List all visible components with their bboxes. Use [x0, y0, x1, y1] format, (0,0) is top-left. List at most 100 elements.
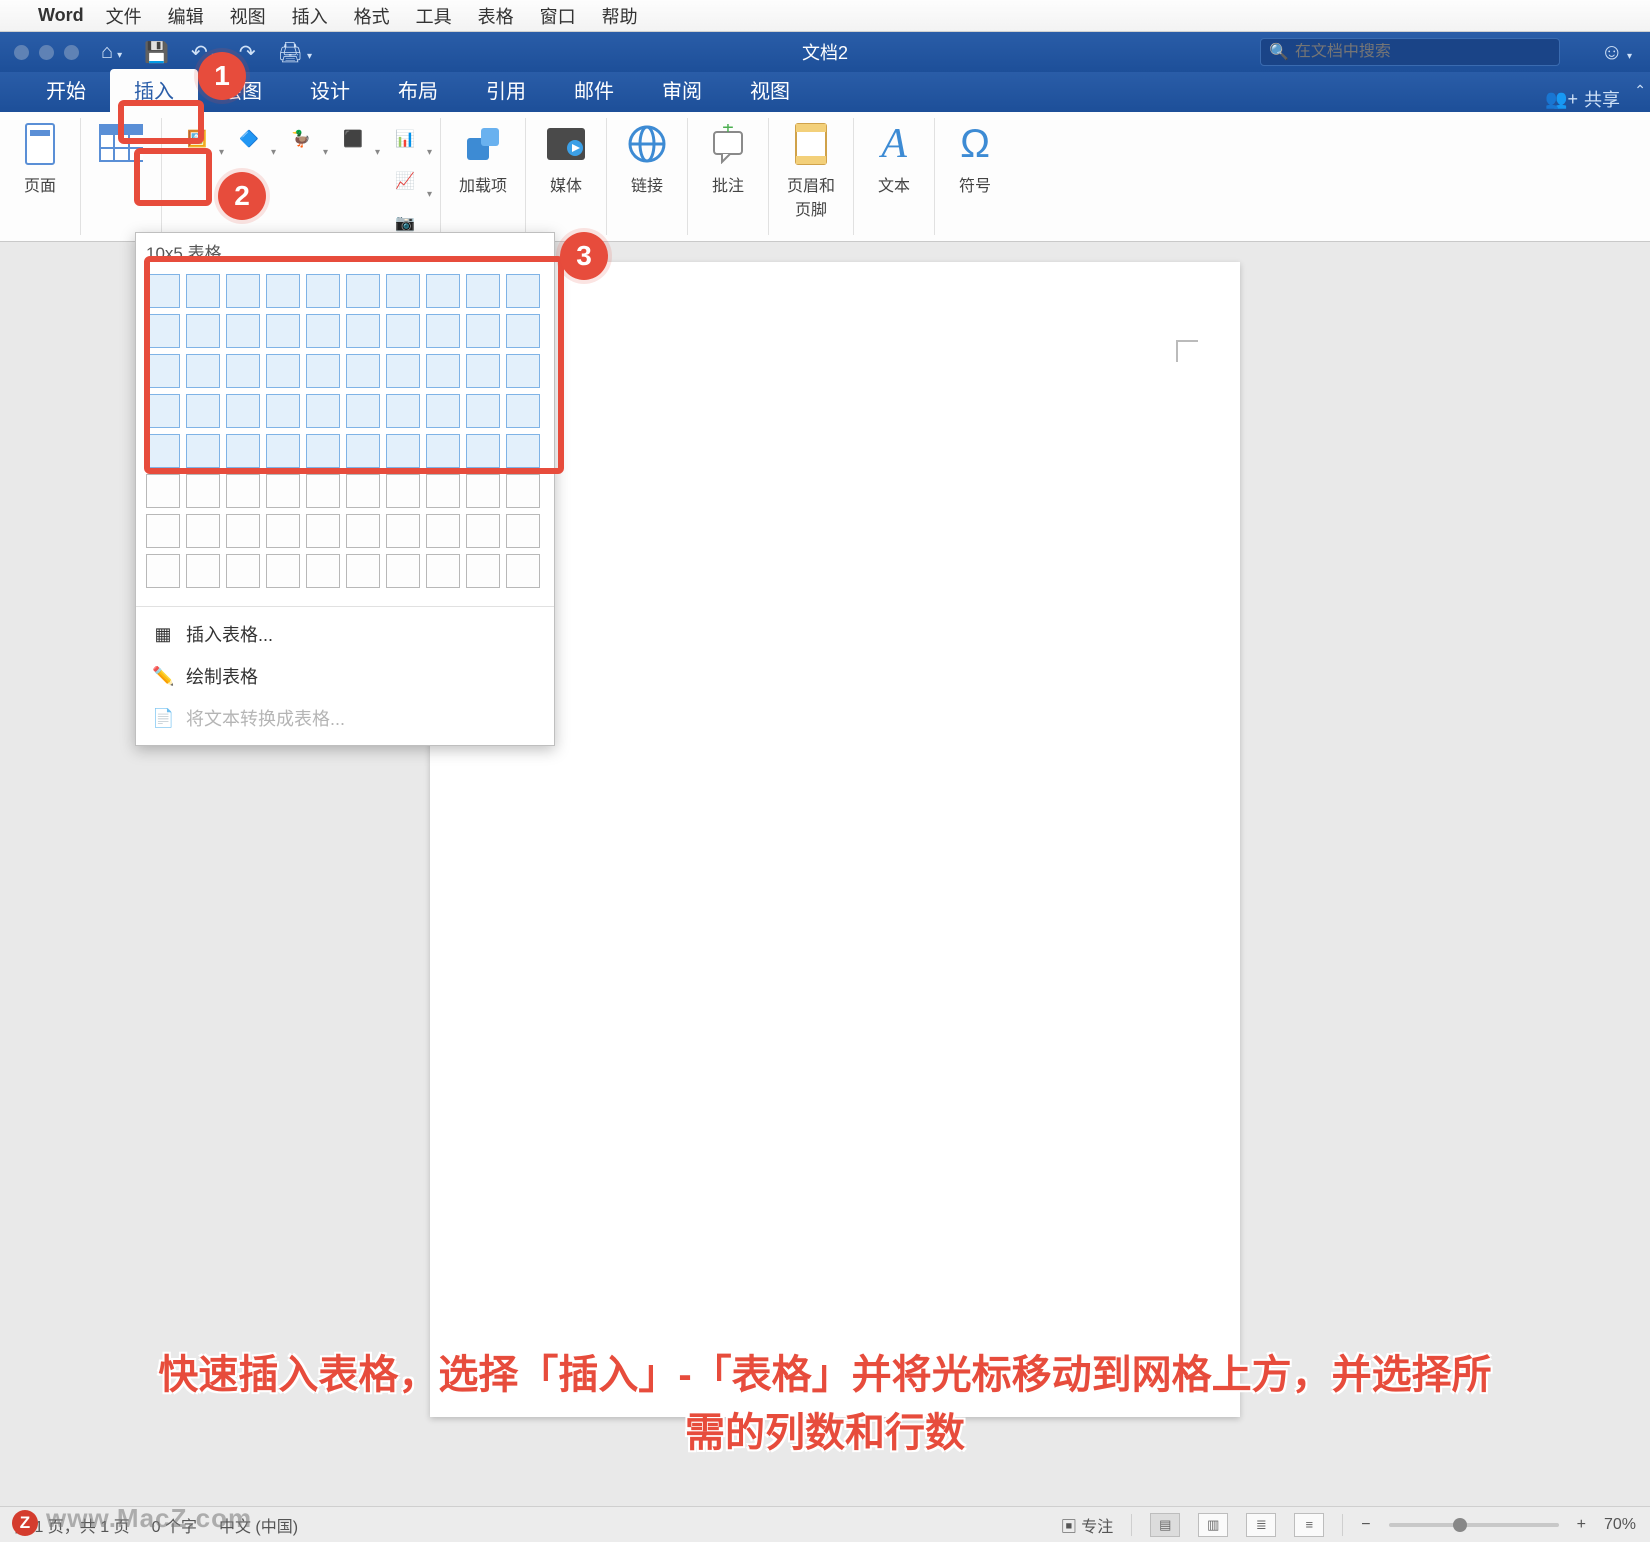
table-grid-cell[interactable]	[146, 314, 180, 348]
table-grid-cell[interactable]	[466, 474, 500, 508]
table-grid-cell[interactable]	[226, 514, 260, 548]
chart-button[interactable]: 📈	[388, 164, 422, 198]
zoom-slider[interactable]	[1389, 1523, 1559, 1527]
pictures-button[interactable]: 🖼️	[180, 122, 214, 156]
table-grid-cell[interactable]	[186, 394, 220, 428]
table-grid-cell[interactable]	[346, 354, 380, 388]
table-grid-cell[interactable]	[466, 394, 500, 428]
table-grid-cell[interactable]	[146, 514, 180, 548]
comments-button[interactable]: + 批注	[706, 122, 750, 196]
shapes-button[interactable]: 🔷	[232, 122, 266, 156]
focus-mode-button[interactable]: ▣ 专注	[1061, 1513, 1113, 1537]
table-grid-cell[interactable]	[226, 314, 260, 348]
collapse-ribbon-icon[interactable]: ⌃	[1634, 82, 1646, 99]
table-grid-cell[interactable]	[346, 514, 380, 548]
links-button[interactable]: 链接	[625, 122, 669, 196]
table-grid-cell[interactable]	[506, 394, 540, 428]
view-print-layout-button[interactable]: ▤	[1150, 1513, 1180, 1537]
table-grid-cell[interactable]	[226, 354, 260, 388]
zoom-out-button[interactable]: −	[1361, 1516, 1370, 1534]
tab-references[interactable]: 引用	[462, 69, 550, 112]
redo-icon[interactable]: ↷	[239, 40, 256, 65]
feedback-smiley-icon[interactable]: ☺▾	[1601, 39, 1633, 65]
table-grid-cell[interactable]	[506, 474, 540, 508]
table-grid-cell[interactable]	[346, 274, 380, 308]
table-grid-cell[interactable]	[226, 474, 260, 508]
icons-button[interactable]: 🦆	[284, 122, 318, 156]
table-grid-cell[interactable]	[186, 274, 220, 308]
table-grid-cell[interactable]	[306, 554, 340, 588]
mac-menu-insert[interactable]: 插入	[292, 3, 328, 29]
table-grid-cell[interactable]	[306, 474, 340, 508]
view-outline-button[interactable]: ≣	[1246, 1513, 1276, 1537]
table-grid-cell[interactable]	[346, 314, 380, 348]
close-window-icon[interactable]	[14, 45, 29, 60]
table-grid-cell[interactable]	[146, 354, 180, 388]
models-button[interactable]: ⬛	[336, 122, 370, 156]
table-grid-cell[interactable]	[266, 354, 300, 388]
tab-home[interactable]: 开始	[22, 69, 110, 112]
table-grid-cell[interactable]	[386, 514, 420, 548]
table-grid-cell[interactable]	[186, 474, 220, 508]
mac-menu-table[interactable]: 表格	[478, 3, 514, 29]
tab-mailings[interactable]: 邮件	[550, 69, 638, 112]
table-grid-cell[interactable]	[346, 554, 380, 588]
table-grid-cell[interactable]	[386, 354, 420, 388]
traffic-lights[interactable]	[14, 45, 79, 60]
mac-menu-tools[interactable]: 工具	[416, 3, 452, 29]
table-grid-cell[interactable]	[266, 474, 300, 508]
tab-insert[interactable]: 插入	[110, 69, 198, 112]
mac-menu-view[interactable]: 视图	[230, 3, 266, 29]
search-input[interactable]	[1295, 43, 1551, 61]
table-grid-cell[interactable]	[506, 514, 540, 548]
mac-menu-edit[interactable]: 编辑	[168, 3, 204, 29]
table-grid-cell[interactable]	[506, 314, 540, 348]
table-grid-cell[interactable]	[506, 354, 540, 388]
table-grid-cell[interactable]	[386, 434, 420, 468]
table-grid-cell[interactable]	[386, 394, 420, 428]
table-grid-cell[interactable]	[506, 554, 540, 588]
table-grid-cell[interactable]	[466, 554, 500, 588]
mac-menu-format[interactable]: 格式	[354, 3, 390, 29]
table-grid-cell[interactable]	[346, 434, 380, 468]
table-grid-cell[interactable]	[506, 274, 540, 308]
table-grid-cell[interactable]	[426, 314, 460, 348]
table-grid-cell[interactable]	[306, 394, 340, 428]
symbols-button[interactable]: Ω 符号	[953, 122, 997, 196]
print-icon[interactable]: 🖨▾	[278, 40, 312, 65]
table-grid-cell[interactable]	[226, 434, 260, 468]
table-grid-cell[interactable]	[426, 554, 460, 588]
view-web-layout-button[interactable]: ▥	[1198, 1513, 1228, 1537]
zoom-in-button[interactable]: +	[1577, 1516, 1586, 1534]
table-grid-cell[interactable]	[386, 274, 420, 308]
table-grid-cell[interactable]	[186, 314, 220, 348]
tab-review[interactable]: 审阅	[638, 69, 726, 112]
table-grid-cell[interactable]	[466, 514, 500, 548]
save-icon[interactable]: 💾	[144, 40, 169, 65]
table-button[interactable]: 表格	[99, 122, 143, 196]
minimize-window-icon[interactable]	[39, 45, 54, 60]
table-grid-cell[interactable]	[266, 394, 300, 428]
table-grid-cell[interactable]	[266, 514, 300, 548]
table-grid-cell[interactable]	[426, 354, 460, 388]
maximize-window-icon[interactable]	[64, 45, 79, 60]
insert-table-menu-item[interactable]: ▦ 插入表格...	[136, 613, 554, 655]
pages-button[interactable]: 页面	[18, 122, 62, 196]
table-grid-cell[interactable]	[426, 274, 460, 308]
table-grid-cell[interactable]	[146, 434, 180, 468]
tab-design[interactable]: 设计	[286, 69, 374, 112]
home-icon[interactable]: ⌂▾	[101, 41, 122, 64]
mac-menu-file[interactable]: 文件	[106, 3, 142, 29]
text-button[interactable]: A 文本	[872, 122, 916, 196]
table-grid-cell[interactable]	[306, 514, 340, 548]
table-grid-cell[interactable]	[146, 394, 180, 428]
table-grid-cell[interactable]	[266, 274, 300, 308]
search-box[interactable]: 🔍	[1260, 38, 1560, 66]
table-grid-cell[interactable]	[426, 394, 460, 428]
table-grid-cell[interactable]	[306, 274, 340, 308]
table-size-grid[interactable]	[146, 274, 544, 590]
mac-menu-window[interactable]: 窗口	[540, 3, 576, 29]
addins-button[interactable]: 加载项	[459, 122, 507, 196]
view-draft-button[interactable]: ≡	[1294, 1513, 1324, 1537]
table-grid-cell[interactable]	[346, 474, 380, 508]
